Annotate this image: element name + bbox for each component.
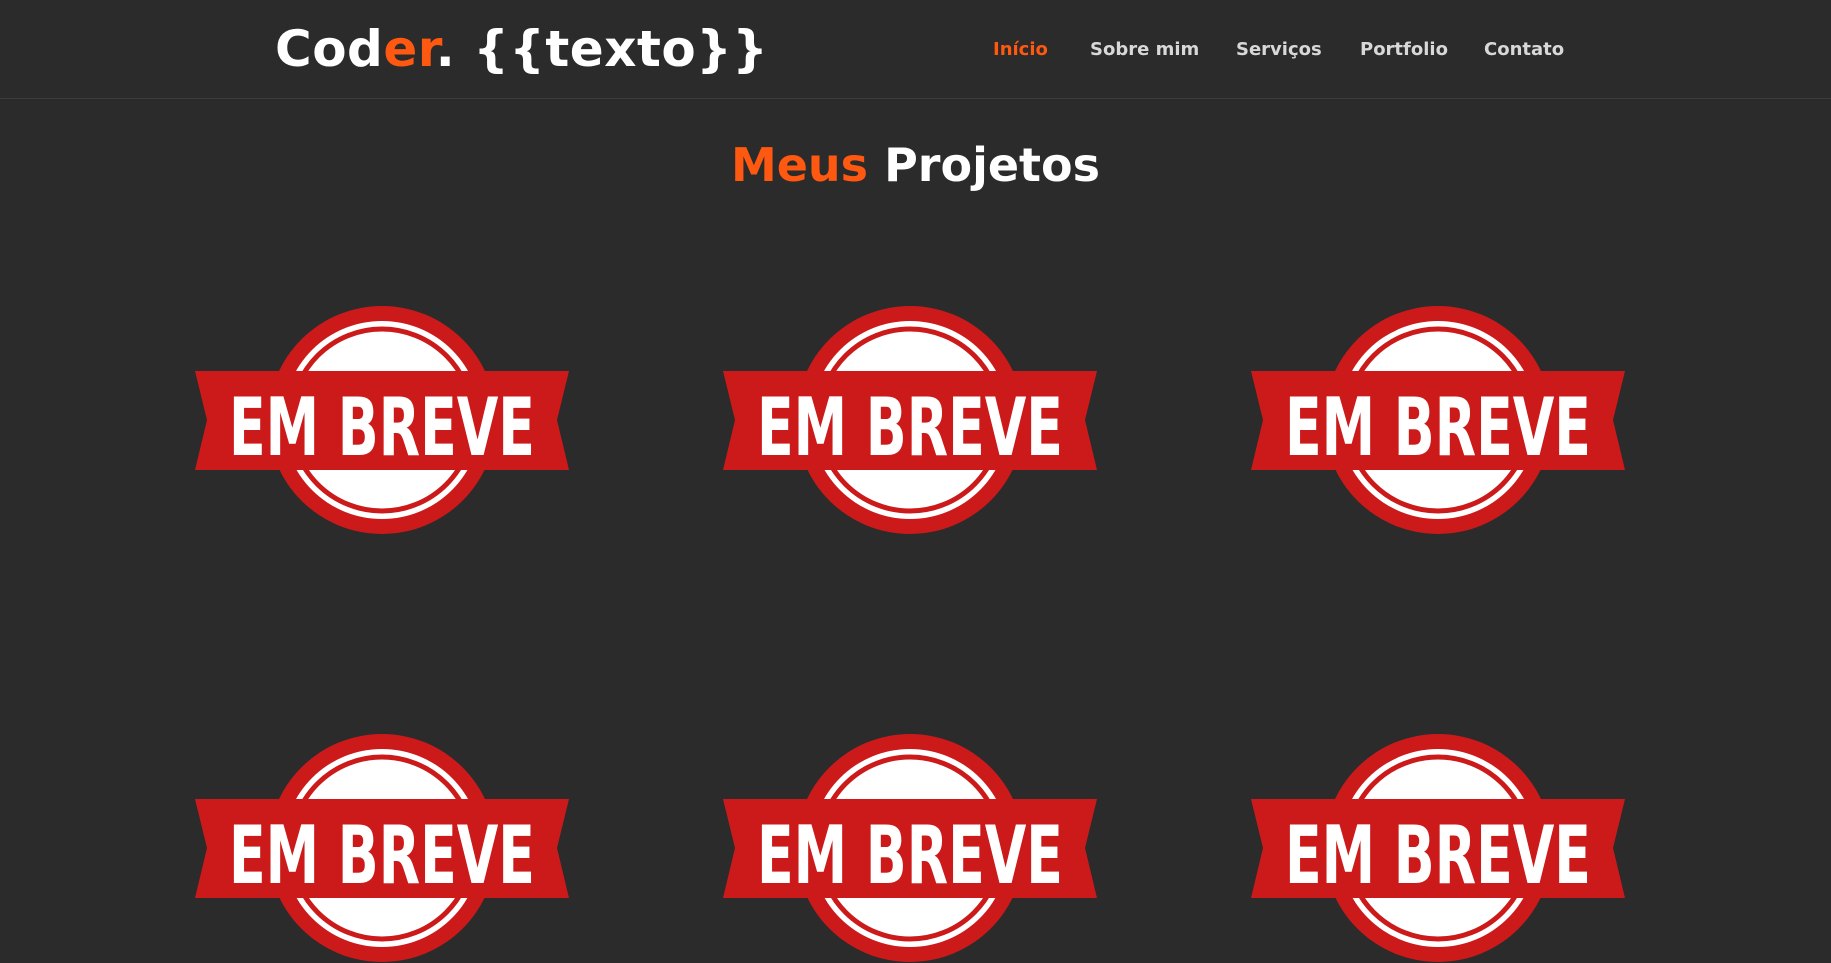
section-title-rest: Projetos [884, 138, 1101, 192]
nav-item-contato[interactable]: Contato [1484, 38, 1564, 62]
nav-item-sobre-mim[interactable]: Sobre mim [1090, 38, 1199, 62]
nav-item-portfolio[interactable]: Portfolio [1360, 38, 1448, 62]
coming-soon-badge: EM BREVE [195, 306, 569, 534]
site-header: Coder. {{texto}} Início Sobre mim Serviç… [0, 0, 1831, 99]
coming-soon-badge: EM BREVE [723, 306, 1097, 534]
coming-soon-badge: EM BREVE [1251, 734, 1625, 962]
coming-soon-badge: EM BREVE [1251, 306, 1625, 534]
project-card-1[interactable]: EM BREVE [195, 305, 569, 535]
section-title: Meus Projetos [0, 133, 1831, 197]
nav-item-inicio[interactable]: Início [993, 38, 1048, 62]
project-card-6[interactable]: EM BREVE [1251, 733, 1625, 963]
project-card-4[interactable]: EM BREVE [195, 733, 569, 963]
coming-soon-badge: EM BREVE [195, 734, 569, 962]
section-title-accent: Meus [730, 138, 869, 192]
badge-text: EM BREVE [1285, 809, 1591, 902]
badge-text: EM BREVE [757, 381, 1063, 474]
badge-text: EM BREVE [757, 809, 1063, 902]
nav-item-servicos[interactable]: Serviços [1236, 38, 1322, 62]
main-nav: Início Sobre mim Serviços Portfolio Cont… [0, 38, 1831, 62]
badge-text: EM BREVE [1285, 381, 1591, 474]
project-card-2[interactable]: EM BREVE [723, 305, 1097, 535]
coming-soon-badge: EM BREVE [723, 734, 1097, 962]
project-card-5[interactable]: EM BREVE [723, 733, 1097, 963]
badge-text: EM BREVE [229, 381, 535, 474]
badge-text: EM BREVE [229, 809, 535, 902]
project-card-3[interactable]: EM BREVE [1251, 305, 1625, 535]
